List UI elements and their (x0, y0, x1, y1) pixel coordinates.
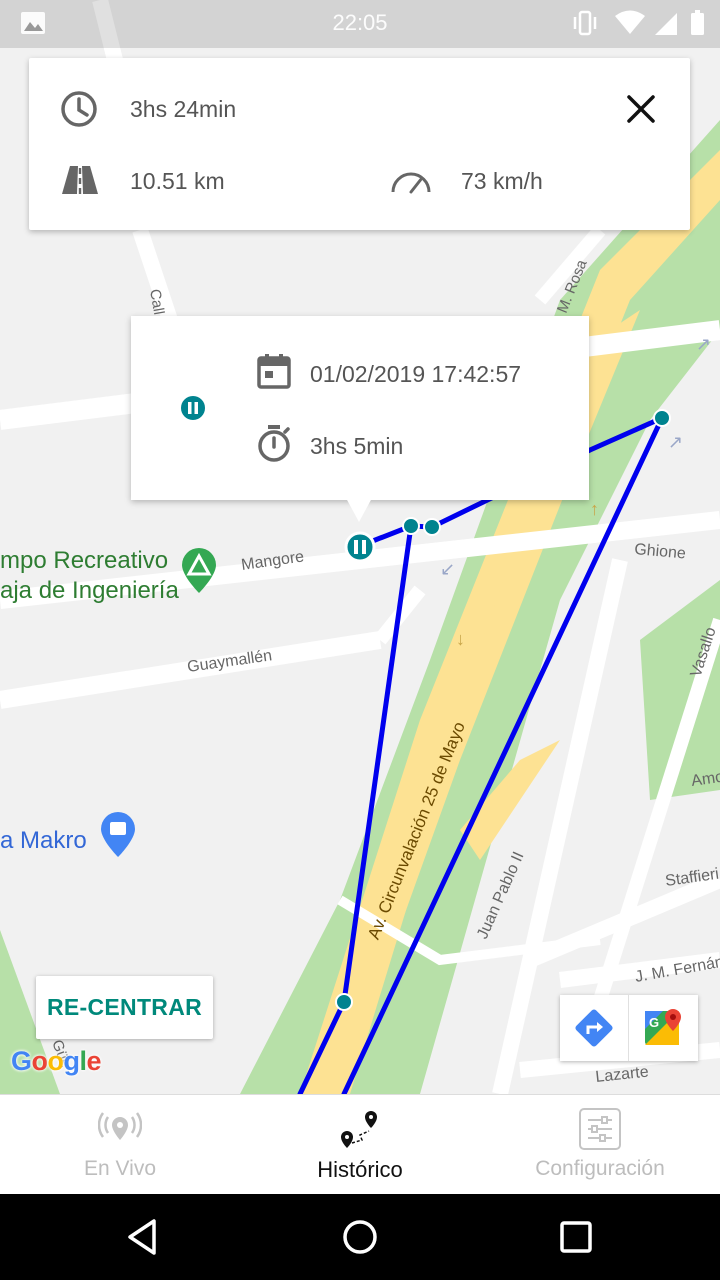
route-point-marker (423, 518, 441, 536)
vibrate-icon (573, 10, 597, 36)
battery-icon (691, 10, 704, 35)
shopping-pin-icon (101, 812, 135, 857)
trip-duration: 3hs 24min (130, 96, 237, 122)
oneway-arrow-icon: ↗ (696, 334, 711, 354)
place-label: a Makro (0, 827, 87, 854)
stop-info-popup: 01/02/2019 17:42:57 3hs 5min (131, 316, 589, 500)
svg-text:G: G (649, 1015, 659, 1030)
stopwatch-icon (258, 425, 290, 462)
open-google-maps-button[interactable]: G (629, 995, 698, 1061)
live-location-icon (98, 1112, 142, 1140)
popup-pointer (346, 498, 372, 522)
nav-item-en-vivo[interactable]: En Vivo (0, 1095, 240, 1195)
stop-marker-pause-icon (344, 531, 376, 563)
nav-label: Configuración (535, 1157, 665, 1180)
trip-summary-card: 3hs 24min 10.51 km 73 km/h (29, 58, 690, 230)
street-label: Call (146, 288, 167, 316)
system-navigation-bar (0, 1194, 720, 1280)
nav-label: Histórico (317, 1157, 403, 1182)
oneway-arrow-icon: ↗ (668, 432, 683, 452)
directions-icon (575, 1009, 613, 1047)
recent-apps-icon[interactable] (556, 1217, 596, 1257)
status-time: 22:05 (332, 10, 388, 35)
oneway-arrow-icon: ↙ (440, 559, 455, 579)
calendar-icon (257, 354, 291, 389)
bottom-navigation: En Vivo Histórico Configuración (0, 1094, 720, 1194)
google-maps-icon: G (645, 1009, 681, 1045)
home-icon[interactable] (340, 1217, 380, 1257)
signal-icon (655, 13, 677, 35)
google-logo: Google (11, 1046, 102, 1076)
status-bar: 22:05 (0, 0, 720, 48)
stop-datetime: 01/02/2019 17:42:57 (310, 361, 522, 387)
clock-icon (61, 91, 97, 127)
back-icon[interactable] (124, 1217, 164, 1257)
nav-item-historico[interactable]: Histórico (240, 1095, 480, 1195)
street-label: Ghione (634, 541, 687, 562)
oneway-arrow-icon: ↑ (590, 499, 599, 519)
trip-max-speed: 73 km/h (461, 168, 543, 194)
map-actions: G (560, 995, 698, 1061)
route-point-marker (653, 409, 671, 427)
settings-sliders-icon (579, 1108, 621, 1150)
directions-button[interactable] (560, 995, 629, 1061)
nav-item-configuracion[interactable]: Configuración (480, 1095, 720, 1195)
place-label: mpo Recreativo (0, 547, 168, 574)
oneway-arrow-icon: ↓ (456, 629, 465, 649)
recenter-button[interactable]: RE-CENTRAR (36, 976, 213, 1039)
place-label: aja de Ingeniería (0, 577, 179, 604)
route-point-marker (335, 993, 353, 1011)
nav-label: En Vivo (84, 1157, 156, 1180)
road-icon (62, 166, 98, 194)
wifi-icon (615, 10, 645, 34)
route-point-marker (402, 517, 420, 535)
close-icon[interactable] (625, 93, 657, 125)
pause-stop-icon (179, 394, 207, 422)
speedometer-icon (391, 172, 431, 194)
route-history-icon (341, 1111, 377, 1148)
trip-distance: 10.51 km (130, 168, 225, 194)
stop-duration: 3hs 5min (310, 433, 404, 459)
